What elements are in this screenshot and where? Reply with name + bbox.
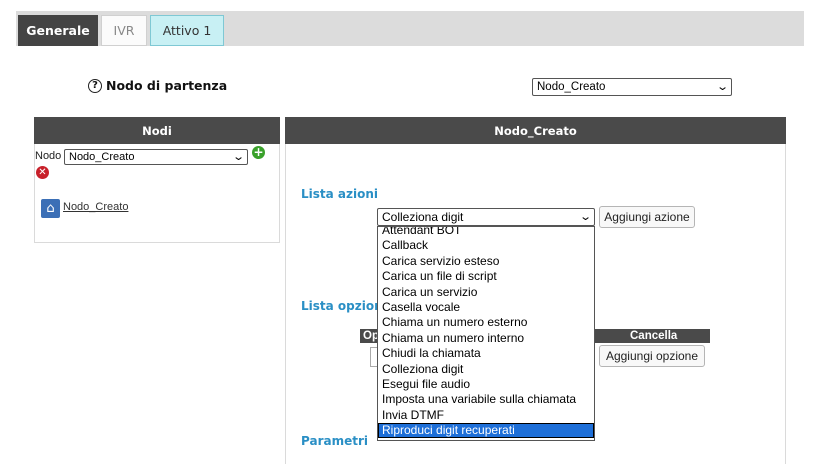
lista-azioni-title: Lista azioni [301,187,379,201]
start-node-select-value: Nodo_Creato [537,81,606,93]
start-node-text: Nodo di partenza [106,78,228,93]
dropdown-option[interactable]: Chiama un numero esterno [378,315,594,330]
node-link[interactable]: Nodo_Creato [63,201,128,213]
chevron-down-icon: ⌄ [578,210,592,223]
nodo-label: Nodo [35,150,62,162]
tab-generale[interactable]: Generale [18,15,98,46]
add-action-button[interactable]: Aggiungi azione [599,206,695,228]
dropdown-option[interactable]: Chiama un numero interno [378,331,594,346]
parametri-title: Parametri [301,434,368,448]
tab-attivo-1[interactable]: Attivo 1 [150,15,224,46]
add-option-button[interactable]: Aggiungi opzione [599,345,705,367]
dropdown-option[interactable]: Casella vocale [378,300,594,315]
dropdown-option[interactable]: Imposta una variabile sulla chiamata [378,392,594,407]
chevron-down-icon: ⌄ [715,80,729,93]
dropdown-option[interactable]: Esegui file audio [378,377,594,392]
nodo-select[interactable]: Nodo_Creato ⌄ [64,149,248,165]
dropdown-option[interactable]: Attendant BOT [378,227,594,238]
x-circle-icon[interactable]: ✕ [36,166,49,179]
azione-select-value: Colleziona digit [382,210,464,224]
options-header-cancel: Cancella [630,330,678,342]
dropdown-option[interactable]: Carica servizio esteso [378,254,594,269]
nodo-select-value: Nodo_Creato [69,151,135,163]
tab-bar: Generale IVR Attivo 1 [16,11,804,46]
start-node-select[interactable]: Nodo_Creato ⌄ [532,78,732,96]
dropdown-option[interactable]: Invia DTMF [378,408,594,423]
nodes-panel-header: Nodi [34,117,280,144]
azione-dropdown-list[interactable]: Attendant BOT Callback Carica servizio est… [377,226,595,441]
dropdown-option[interactable]: Carica un file di script [378,269,594,284]
start-node-label: ? Nodo di partenza [88,78,227,93]
question-circle-icon[interactable]: ? [88,78,102,93]
node-panel-header: Nodo_Creato [285,117,786,144]
chevron-down-icon: ⌄ [231,150,245,163]
dropdown-option[interactable]: Callback [378,238,594,253]
dropdown-option[interactable]: Carica un servizio [378,285,594,300]
dropdown-option[interactable]: Riproduci digit recuperati [378,423,594,439]
azione-select[interactable]: Colleziona digit ⌄ [377,208,595,226]
home-icon[interactable]: ⌂ [41,199,60,218]
lista-opzioni-title: Lista opzioni [301,299,387,313]
plus-circle-icon[interactable]: + [252,146,265,159]
dropdown-option[interactable]: Colleziona digit [378,362,594,377]
dropdown-option[interactable]: Chiudi la chiamata [378,346,594,361]
tab-ivr[interactable]: IVR [101,15,147,46]
